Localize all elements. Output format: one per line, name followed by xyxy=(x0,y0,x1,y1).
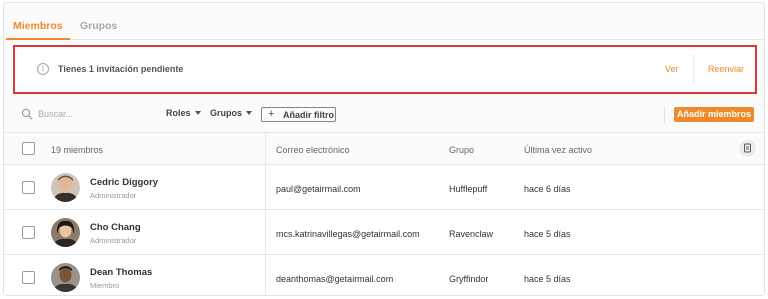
roles-dropdown-label: Roles xyxy=(166,108,191,118)
member-group: Hufflepuff xyxy=(449,184,488,194)
export-glyph-icon xyxy=(744,143,751,153)
add-filter-label: Añadir filtro xyxy=(283,110,334,120)
last-active-column-header: Última vez activo xyxy=(524,145,593,155)
member-role: Miembro xyxy=(90,281,120,290)
column-divider xyxy=(265,133,266,295)
add-members-button[interactable]: Añadir miembros xyxy=(674,107,754,122)
member-last-active: hace 5 días xyxy=(524,274,571,284)
member-name: Cedric Diggory xyxy=(90,177,159,188)
member-name: Dean Thomas xyxy=(90,267,153,278)
roles-dropdown[interactable]: Roles xyxy=(166,108,201,118)
group-column-header: Grupo xyxy=(449,145,475,155)
members-table: 19 miembros Correo electrónico Grupo Últ… xyxy=(4,132,764,295)
email-column-header: Correo electrónico xyxy=(276,145,350,155)
member-email: paul@getairmail.com xyxy=(276,184,361,194)
add-filter-button[interactable]: + Añadir filtro xyxy=(261,107,336,122)
member-group: Ravenclaw xyxy=(449,229,494,239)
plus-icon: + xyxy=(268,108,275,120)
avatar xyxy=(51,173,80,202)
info-icon: i xyxy=(37,63,49,75)
search-icon xyxy=(21,108,33,120)
toolbar-divider xyxy=(664,106,665,123)
export-icon[interactable] xyxy=(739,140,756,157)
table-header: 19 miembros Correo electrónico Grupo Últ… xyxy=(4,133,764,165)
select-all-checkbox[interactable] xyxy=(22,142,35,155)
table-row[interactable]: Cedric Diggory Administrador paul@getair… xyxy=(4,165,764,210)
members-panel: Miembros Grupos i Tienes 1 invitación pe… xyxy=(3,2,765,296)
member-last-active: hace 6 días xyxy=(524,184,571,194)
member-role: Administrador xyxy=(90,236,137,245)
member-name: Cho Chang xyxy=(90,222,141,233)
banner-divider xyxy=(693,55,694,84)
tab-bar: Miembros Grupos xyxy=(4,3,764,40)
chevron-down-icon xyxy=(246,110,253,115)
member-group: Gryffindor xyxy=(449,274,489,284)
table-row[interactable]: Dean Thomas Miembro deanthomas@getairmai… xyxy=(4,255,764,295)
table-row[interactable]: Cho Chang Administrador mcs.katrinaville… xyxy=(4,210,764,255)
members-count-header: 19 miembros xyxy=(51,145,104,155)
row-checkbox[interactable] xyxy=(22,181,35,194)
search-input[interactable] xyxy=(38,107,148,121)
groups-dropdown[interactable]: Grupos xyxy=(210,108,253,118)
resend-invitation-link[interactable]: Reenviar xyxy=(708,64,744,74)
member-last-active: hace 5 días xyxy=(524,229,571,239)
chevron-down-icon xyxy=(194,110,201,115)
pending-invitation-highlight: i Tienes 1 invitación pendiente Ver Reen… xyxy=(13,45,757,94)
member-email: mcs.katrinavillegas@getairmail.com xyxy=(276,229,420,239)
avatar xyxy=(51,263,80,292)
tab-members[interactable]: Miembros xyxy=(13,20,63,32)
view-invitation-link[interactable]: Ver xyxy=(665,64,679,74)
row-checkbox[interactable] xyxy=(22,271,35,284)
groups-dropdown-label: Grupos xyxy=(210,108,243,118)
avatar xyxy=(51,218,80,247)
tab-groups[interactable]: Grupos xyxy=(80,20,117,32)
pending-invitation-banner: i Tienes 1 invitación pendiente Ver Reen… xyxy=(17,49,753,90)
row-checkbox[interactable] xyxy=(22,226,35,239)
member-role: Administrador xyxy=(90,191,137,200)
pending-invitation-message: Tienes 1 invitación pendiente xyxy=(58,64,184,74)
member-email: deanthomas@getairmail.com xyxy=(276,274,394,284)
active-tab-indicator xyxy=(6,38,70,40)
